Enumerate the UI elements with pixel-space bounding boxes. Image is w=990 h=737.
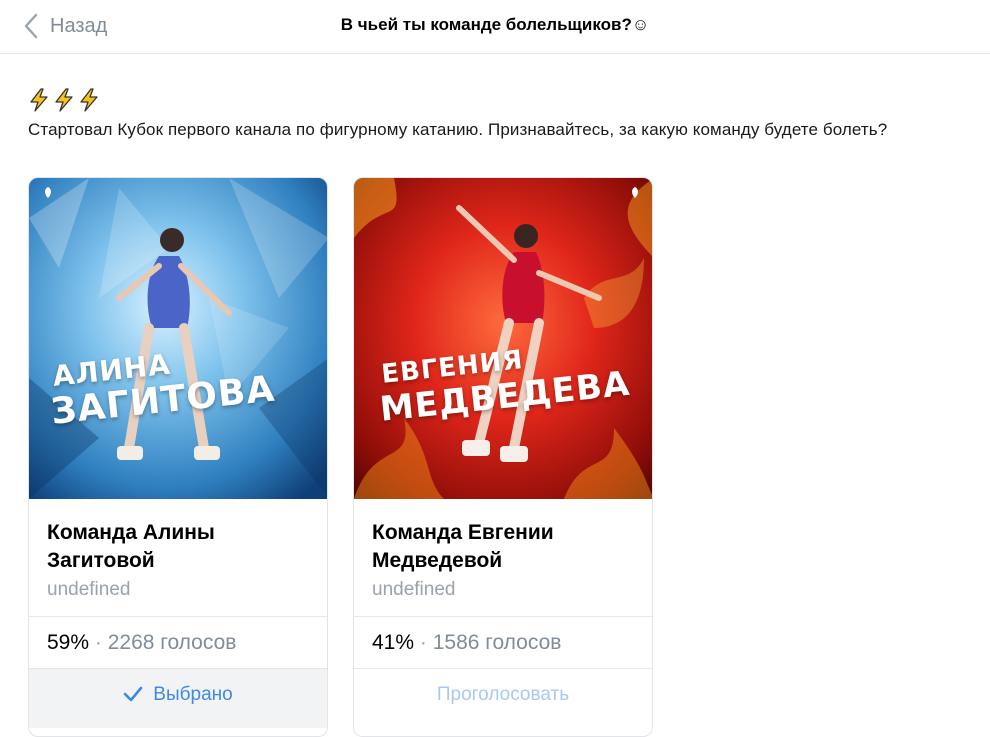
option-title: Команда Алины Загитовой — [47, 521, 215, 572]
selected-button[interactable]: Выбрано — [29, 668, 327, 728]
poll-option-card[interactable]: АЛИНА ЗАГИТОВА Команда Алины Загитовой u… — [28, 177, 328, 737]
action-label: Выбрано — [153, 684, 233, 705]
option-votes: 1586 голосов — [432, 631, 562, 654]
option-subtitle: undefined — [372, 579, 456, 600]
olympic-team-logo-icon — [632, 187, 638, 198]
stats-separator: · — [419, 631, 427, 654]
option-image: ЕВГЕНИЯ МЕДВЕДЕВА — [354, 178, 652, 499]
lightning-icon — [80, 88, 98, 112]
option-percent: 59% — [47, 631, 90, 654]
olympic-team-logo-icon — [45, 187, 51, 198]
action-label: Проголосовать — [436, 684, 570, 705]
page-title: В чьей ты команде болельщиков?☺ — [340, 15, 650, 34]
poll-option-card[interactable]: ЕВГЕНИЯ МЕДВЕДЕВА Команда Евгении Медвед… — [353, 177, 653, 737]
ice-background-image — [29, 178, 327, 499]
option-info: Команда Алины Загитовой undefined — [29, 499, 327, 616]
post-text: Стартовал Кубок первого канала по фигурн… — [28, 120, 888, 139]
option-info: Команда Евгении Медведевой undefined — [354, 499, 652, 616]
option-percent: 41% — [372, 631, 415, 654]
post-content: Стартовал Кубок первого канала по фигурн… — [28, 86, 988, 140]
option-stats: 59% · 2268 голосов — [29, 616, 327, 668]
lightning-icon — [55, 88, 73, 112]
lightning-icon — [30, 88, 48, 112]
option-image: АЛИНА ЗАГИТОВА — [29, 178, 327, 499]
checkmark-icon — [123, 686, 143, 702]
stats-separator: · — [94, 631, 102, 654]
emoji-row — [28, 86, 988, 114]
top-bar: Назад В чьей ты команде болельщиков?☺ — [0, 0, 990, 54]
poll-options: АЛИНА ЗАГИТОВА Команда Алины Загитовой u… — [28, 177, 653, 737]
fire-background-image — [354, 178, 652, 499]
vote-button[interactable]: Проголосовать — [354, 668, 652, 728]
option-title: Команда Евгении Медведевой — [372, 521, 554, 572]
option-stats: 41% · 1586 голосов — [354, 616, 652, 668]
option-subtitle: undefined — [47, 579, 131, 600]
option-votes: 2268 голосов — [107, 631, 237, 654]
